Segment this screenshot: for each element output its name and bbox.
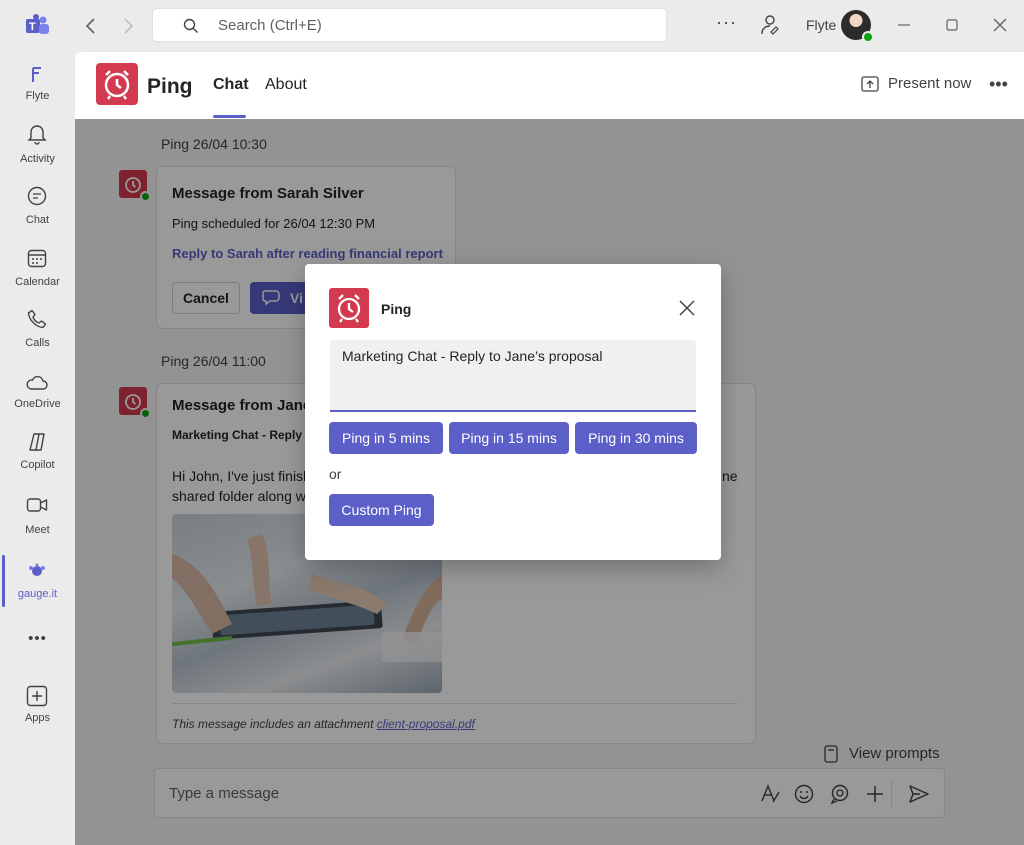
rail-label: OneDrive: [14, 398, 61, 410]
ping-message-value: Marketing Chat - Reply to Jane’s proposa…: [342, 348, 603, 364]
svg-text:T: T: [29, 21, 36, 33]
cloud-icon: [26, 375, 48, 390]
calendar-icon: [27, 249, 47, 268]
more-options-icon[interactable]: ···: [716, 12, 737, 33]
rail-item-copilot[interactable]: Copilot: [0, 431, 75, 489]
rail-item-calls[interactable]: Calls: [0, 308, 75, 366]
chat-icon: [27, 186, 47, 206]
bell-icon: [27, 125, 47, 145]
copilot-icon: [29, 433, 45, 451]
rail-more-apps[interactable]: •••: [0, 630, 75, 688]
rail-item-flyte[interactable]: Flyte: [0, 64, 75, 122]
custom-ping-button[interactable]: Custom Ping: [329, 494, 434, 526]
app-header: Ping Chat About Present now •••: [75, 52, 1024, 119]
rail-item-calendar[interactable]: Calendar: [0, 247, 75, 305]
ping-dialog: Ping Marketing Chat - Reply to Jane’s pr…: [305, 264, 721, 560]
forward-arrow-icon[interactable]: [116, 14, 140, 38]
rail-label: Flyte: [25, 90, 50, 102]
rail-label: Apps: [24, 712, 51, 724]
ping-alarm-logo-icon: [329, 288, 369, 328]
user-name: Flyte: [806, 17, 837, 33]
tab-about[interactable]: About: [265, 76, 307, 94]
rail-item-activity[interactable]: Activity: [0, 123, 75, 181]
rail-item-onedrive[interactable]: OneDrive: [0, 372, 75, 430]
ping-30-mins-button[interactable]: Ping in 30 mins: [575, 422, 697, 454]
ping-alarm-logo-icon: [96, 63, 138, 105]
rail-label: Meet: [25, 524, 50, 536]
rail-item-apps[interactable]: Apps: [0, 685, 75, 743]
rail-label: Copilot: [20, 459, 55, 471]
teams-logo-icon[interactable]: T: [24, 13, 50, 37]
maximize-icon[interactable]: [940, 13, 964, 37]
close-window-icon[interactable]: [988, 13, 1012, 37]
title-bar: T Search (Ctrl+E) ··· Flyte: [0, 0, 1024, 52]
ping-5-mins-button[interactable]: Ping in 5 mins: [329, 422, 443, 454]
phone-icon: [27, 309, 47, 329]
tab-chat-underline: [213, 115, 246, 118]
rail-label: Activity: [20, 153, 55, 165]
ping-15-mins-button[interactable]: Ping in 15 mins: [449, 422, 569, 454]
person-status-icon[interactable]: [760, 14, 780, 36]
rail-label: Chat: [25, 214, 50, 226]
left-rail: Flyte Activity Chat Calendar Calls OneDr…: [0, 52, 75, 845]
dialog-title: Ping: [381, 301, 412, 317]
present-now-label: Present now: [888, 75, 972, 92]
back-arrow-icon[interactable]: [79, 14, 103, 38]
gauge-it-icon: [29, 563, 45, 576]
add-apps-icon: [26, 685, 48, 707]
tab-chat[interactable]: Chat: [213, 76, 249, 94]
rail-item-gauge-it[interactable]: gauge.it: [0, 562, 75, 620]
share-screen-icon: [861, 76, 879, 92]
header-more-icon[interactable]: •••: [989, 74, 1008, 95]
app-title: Ping: [147, 75, 193, 98]
rail-item-meet[interactable]: Meet: [0, 494, 75, 552]
search-placeholder: Search (Ctrl+E): [218, 17, 322, 34]
more-dots-icon: •••: [28, 630, 47, 647]
minimize-icon[interactable]: [892, 13, 916, 37]
rail-label: Calls: [25, 337, 50, 349]
close-icon[interactable]: [677, 298, 697, 318]
presence-available-icon: [862, 31, 874, 43]
video-icon: [26, 498, 48, 512]
or-label: or: [329, 466, 342, 482]
rail-label: Calendar: [15, 276, 60, 288]
search-icon: [183, 18, 198, 33]
rail-label: gauge.it: [17, 588, 58, 600]
search-input[interactable]: Search (Ctrl+E): [152, 8, 667, 42]
user-avatar[interactable]: [841, 10, 874, 43]
ping-message-textarea[interactable]: Marketing Chat - Reply to Jane’s proposa…: [330, 340, 696, 412]
flyte-logo-icon: [32, 67, 41, 82]
rail-item-chat[interactable]: Chat: [0, 186, 75, 244]
